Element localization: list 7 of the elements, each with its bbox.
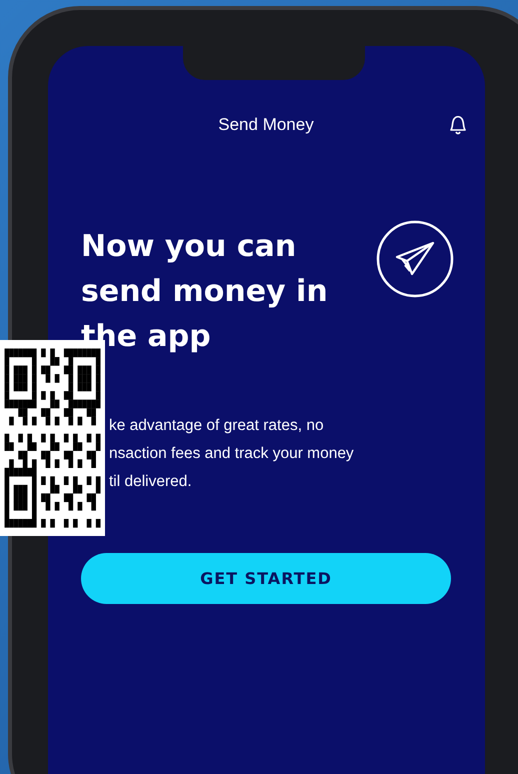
- description-text: til delivered.: [109, 472, 193, 492]
- screen-title: Send Money: [218, 115, 314, 135]
- paper-plane-icon: [376, 220, 454, 298]
- bell-icon[interactable]: [447, 114, 467, 136]
- description-text: nsaction fees and track your money: [109, 444, 355, 464]
- description-text: ke advantage of great rates, no: [109, 416, 325, 436]
- get-started-button[interactable]: GET STARTED: [81, 553, 451, 604]
